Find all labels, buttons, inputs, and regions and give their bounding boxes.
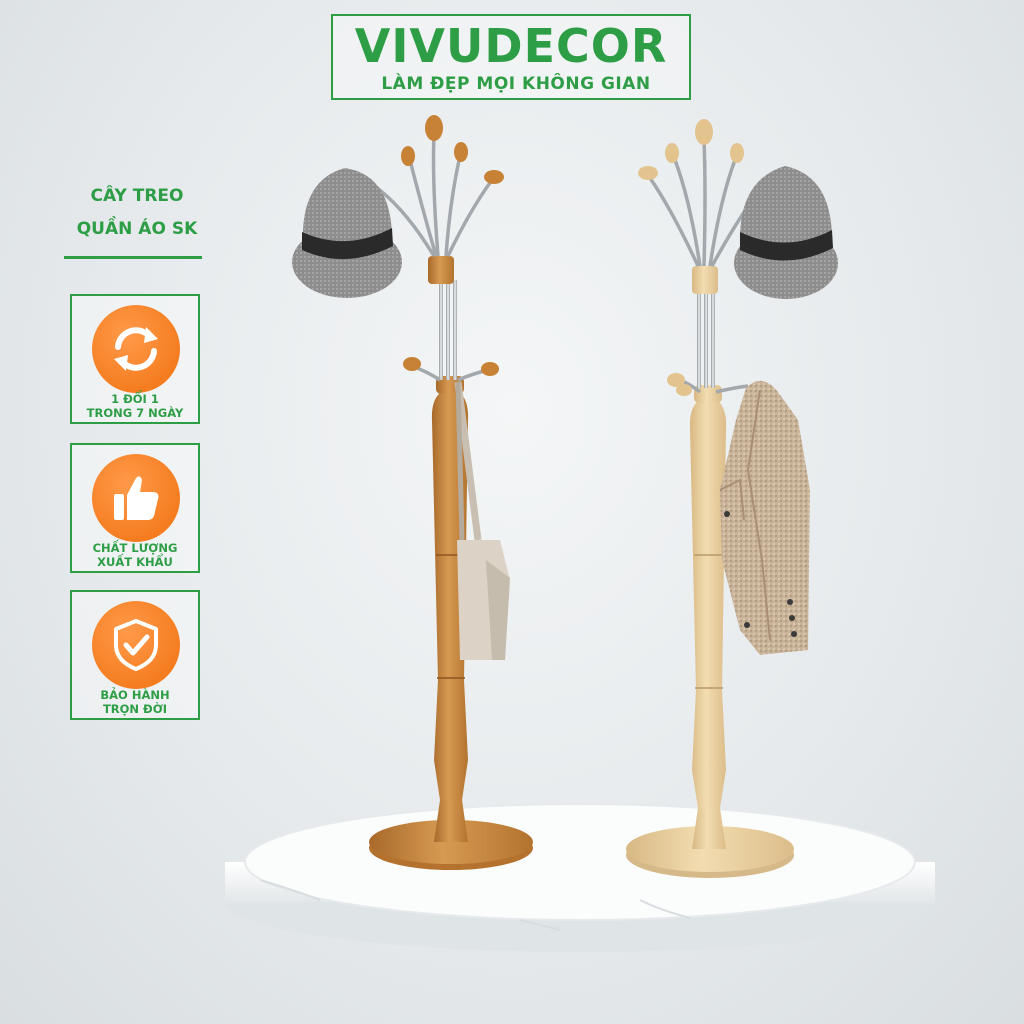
- coat-stand-light-wood: [626, 119, 838, 878]
- hat-right: [734, 166, 838, 299]
- hat-left: [292, 168, 402, 298]
- product-scene: [225, 115, 935, 952]
- coat-stand-dark-wood: [292, 115, 533, 870]
- jacket-tweed: [719, 380, 810, 655]
- podium: [225, 803, 935, 952]
